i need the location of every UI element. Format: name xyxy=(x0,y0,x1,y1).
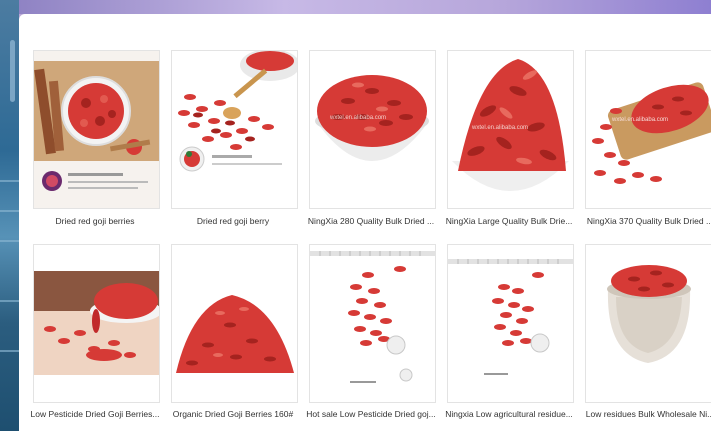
result-card[interactable] xyxy=(309,244,436,403)
wave-line xyxy=(0,300,19,302)
result-caption[interactable]: Dried red goji berry xyxy=(165,216,301,227)
product-image[interactable] xyxy=(586,51,711,208)
watermark-text: wxtel.en.alibaba.com xyxy=(612,117,669,123)
product-image[interactable] xyxy=(310,51,435,208)
result-caption[interactable]: Low Pesticide Dried Goji Berries... xyxy=(27,409,163,420)
watermark-text: wxtel.en.alibaba.com xyxy=(472,125,529,131)
product-image[interactable] xyxy=(172,51,297,208)
result-caption[interactable]: Ningxia Low agricultural residue... xyxy=(441,409,577,420)
product-image[interactable] xyxy=(34,51,159,208)
product-image[interactable] xyxy=(586,245,711,402)
result-card[interactable] xyxy=(447,244,574,403)
result-card[interactable] xyxy=(585,244,711,403)
result-card[interactable] xyxy=(171,244,298,403)
scrollbar-thumb[interactable] xyxy=(10,40,15,102)
watermark-text: wxtel.en.alibaba.com xyxy=(330,115,387,121)
result-caption[interactable]: Hot sale Low Pesticide Dried goj... xyxy=(303,409,439,420)
background-window-edge xyxy=(0,0,19,431)
result-caption[interactable]: Low residues Bulk Wholesale Ni... xyxy=(582,409,711,420)
result-caption[interactable]: Organic Dried Goji Berries 160# xyxy=(165,409,301,420)
product-image[interactable] xyxy=(172,245,297,402)
wave-line xyxy=(0,180,19,182)
product-image[interactable] xyxy=(34,245,159,402)
image-results-panel: Dried red goji berries Dried red goji be… xyxy=(19,14,711,431)
result-card[interactable]: wxtel.en.alibaba.com xyxy=(447,50,574,209)
wave-line xyxy=(0,210,19,212)
wave-line xyxy=(0,350,19,352)
result-caption[interactable]: Dried red goji berries xyxy=(27,216,163,227)
result-card[interactable]: wxtel.en.alibaba.com xyxy=(309,50,436,209)
result-card[interactable]: wxtel.en.alibaba.com xyxy=(585,50,711,209)
result-card[interactable] xyxy=(33,244,160,403)
result-card[interactable] xyxy=(33,50,160,209)
window-top-strip xyxy=(0,0,711,14)
result-caption[interactable]: NingXia 280 Quality Bulk Dried ... xyxy=(303,216,439,227)
wave-line xyxy=(0,240,19,242)
product-image[interactable] xyxy=(448,245,573,402)
result-card[interactable] xyxy=(171,50,298,209)
result-caption[interactable]: NingXia 370 Quality Bulk Dried ... xyxy=(582,216,711,227)
result-caption[interactable]: NingXia Large Quality Bulk Drie... xyxy=(441,216,577,227)
product-image[interactable] xyxy=(310,245,435,402)
